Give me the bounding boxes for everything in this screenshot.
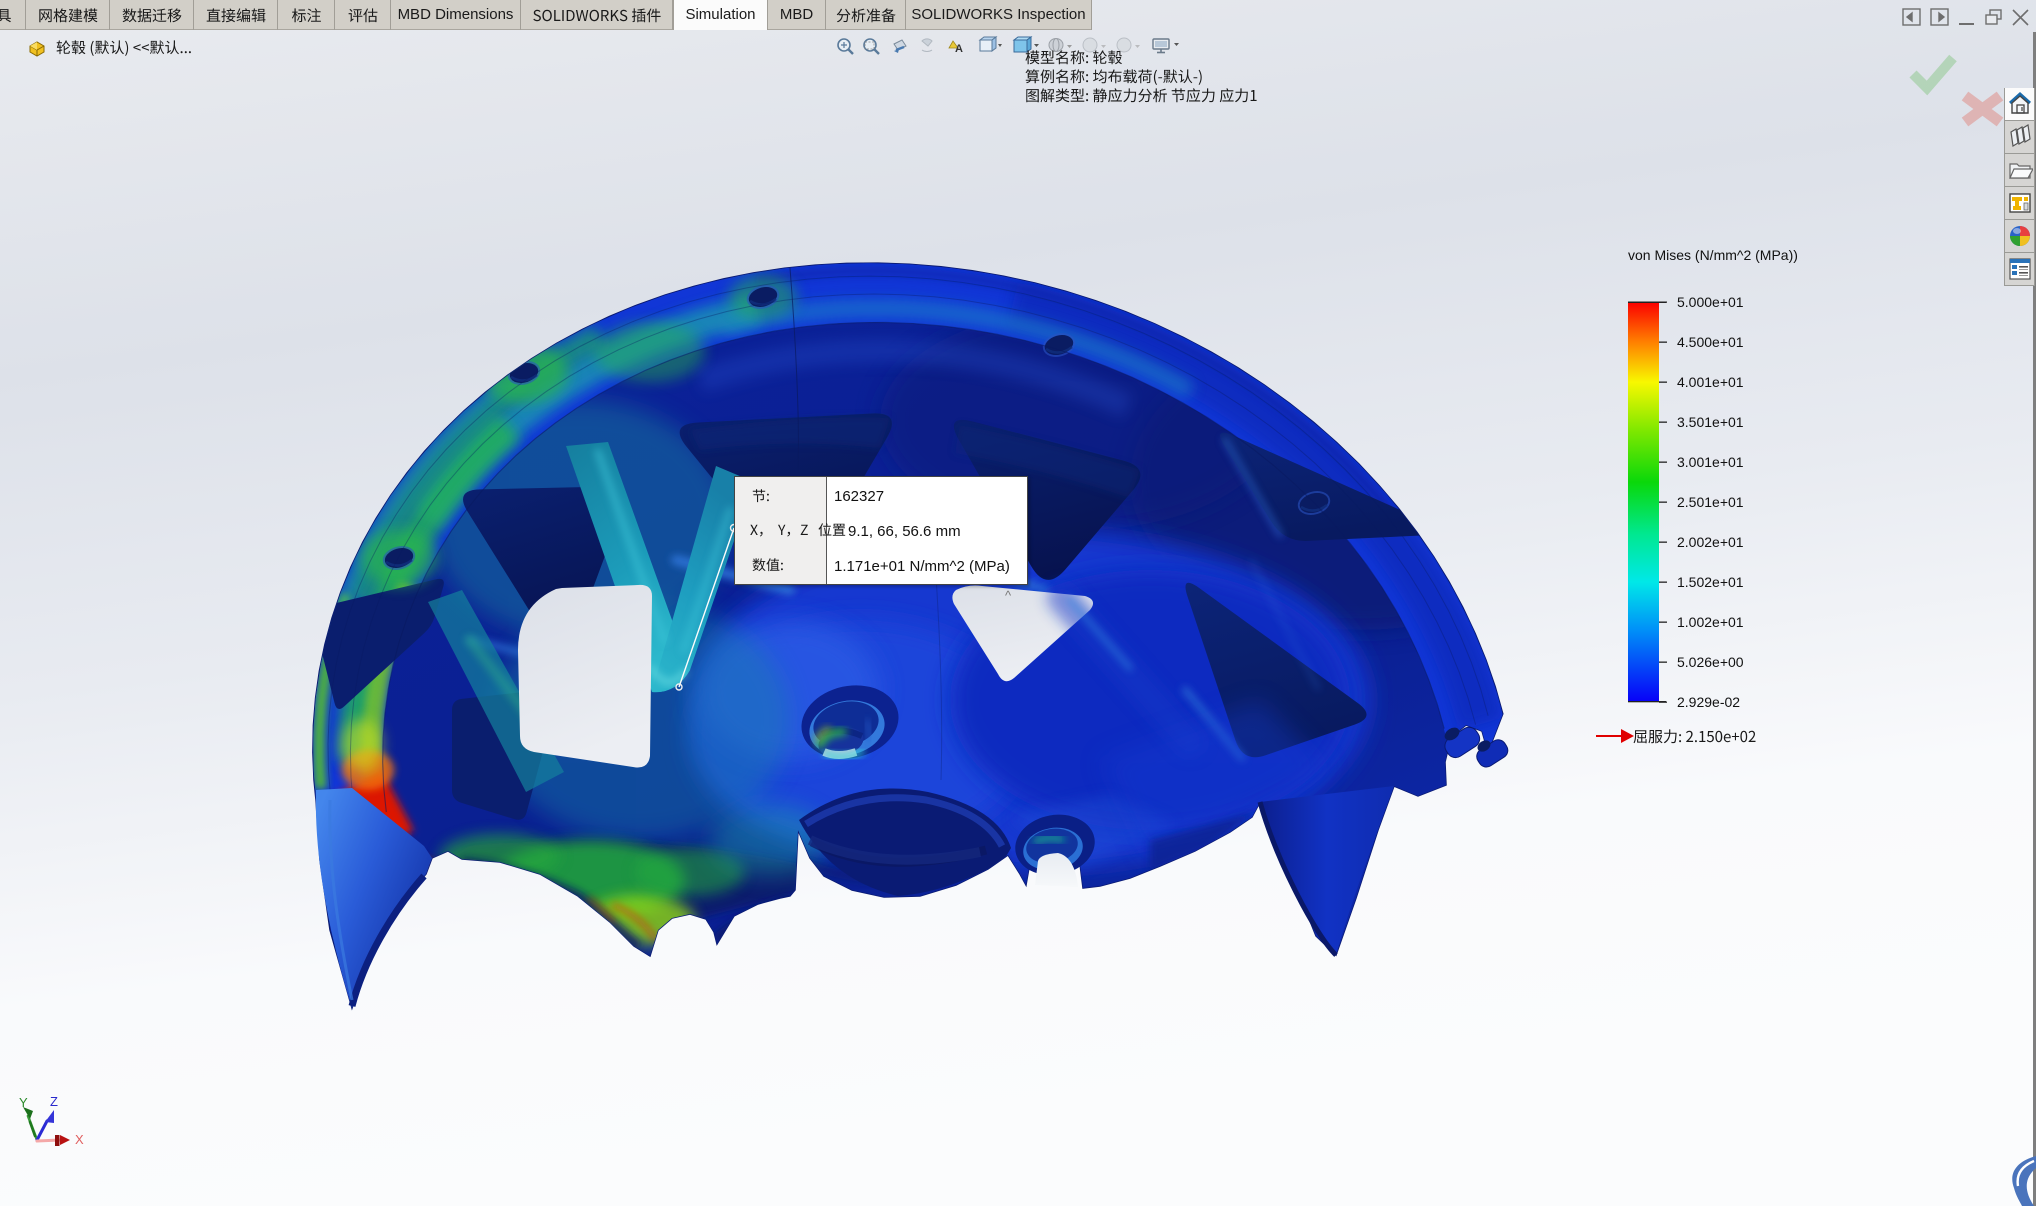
svg-text:Y: Y: [19, 1095, 28, 1110]
svg-text:Z: Z: [50, 1094, 58, 1109]
svg-text:X: X: [75, 1132, 84, 1147]
svg-text:A: A: [955, 43, 963, 55]
